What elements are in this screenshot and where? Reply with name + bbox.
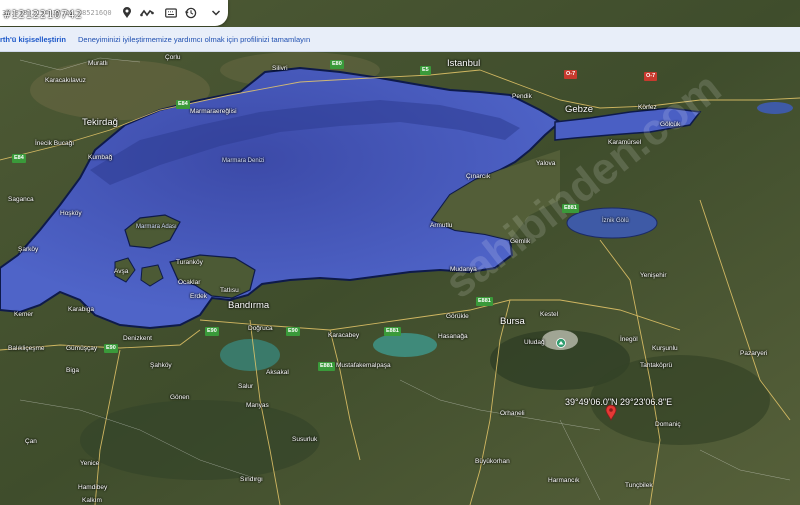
place-label: Sındırgı (240, 476, 263, 483)
place-label: Kemer (14, 311, 34, 318)
place-label: Aksakal (266, 369, 289, 376)
road-badge: E84 (12, 154, 26, 163)
place-label: Karamürsel (608, 139, 642, 146)
place-label: Salur (238, 383, 254, 390)
place-label: Kalkım (82, 497, 102, 504)
place-label: Uludağ (524, 339, 545, 346)
chevron-down-icon[interactable] (207, 4, 225, 22)
place-label: İnegöl (620, 336, 638, 343)
location-pin-icon[interactable] (118, 4, 136, 22)
place-label: Marmara Denizi (222, 158, 265, 164)
place-label: Ocaklar (178, 279, 201, 286)
road-badge: E5 (420, 66, 431, 75)
place-label: Hamdibey (78, 484, 108, 491)
place-label: Çan (25, 438, 37, 445)
place-label: Harmancık (548, 477, 580, 484)
road-badge: E90 (286, 327, 300, 336)
place-label: Orhaneli (500, 410, 525, 417)
place-label: Istanbul (447, 58, 481, 69)
place-label: Pazaryeri (740, 350, 768, 357)
road-badge: E90 (104, 344, 118, 353)
place-label: Karacakılavuz (45, 77, 86, 84)
road-badge: E881 (562, 204, 579, 213)
place-label: Susurluk (292, 436, 318, 443)
place-label: Şarköy (18, 246, 39, 253)
place-label: Büyükorhan (475, 458, 510, 465)
satellite-map[interactable]: sahibinden.com (0, 0, 800, 505)
mountain-icon (556, 338, 566, 348)
road-badge: E881 (384, 327, 401, 336)
road-badge: E84 (176, 100, 190, 109)
history-icon[interactable] (182, 4, 200, 22)
road-badge: E881 (476, 297, 493, 306)
route-icon[interactable] (138, 4, 156, 22)
place-label: Armutlu (430, 222, 453, 229)
sapanca-lake (757, 102, 793, 114)
place-label: Gönen (170, 394, 190, 401)
place-label: Gümüşçay (66, 345, 98, 352)
place-label: Hasanağa (438, 333, 468, 340)
place-label: Gölcük (660, 121, 681, 128)
place-label: Tunçbilek (625, 482, 653, 489)
place-label: Şahköy (150, 362, 172, 369)
place-label: Gebze (565, 104, 593, 115)
place-label: Tahtaköprü (640, 362, 673, 369)
place-label: Marmara Adası (136, 224, 177, 230)
listing-id: #1212210742 (4, 8, 83, 21)
place-label: Avşa (114, 268, 129, 275)
place-label: Marmaraereğlisi (190, 108, 237, 115)
uluabat-lake (373, 333, 437, 357)
place-label: Görükle (446, 313, 469, 320)
road-badge: O-7 (644, 72, 658, 81)
place-label: Tatlısu (220, 287, 239, 294)
manyas-lake (220, 339, 280, 371)
place-label: Karabiga (68, 306, 95, 313)
road-badge: O-7 (564, 70, 578, 79)
road-badge: E881 (318, 362, 335, 371)
place-label: Domaniç (655, 421, 681, 428)
place-label: Çınarcık (466, 173, 491, 180)
place-label: Doğruca (248, 325, 273, 332)
place-label: Çorlu (165, 54, 181, 61)
place-label: Turanköy (176, 259, 203, 266)
place-label: Denizkent (123, 335, 152, 342)
place-label: Saganca (8, 196, 34, 203)
place-label: Yalova (536, 160, 556, 167)
keyboard-icon[interactable] (162, 4, 180, 22)
banner-title[interactable]: rth'ü kişiselleştirin (0, 35, 66, 44)
coordinate-label: 39°49'06.0"N 29°23'06.8"E (565, 397, 673, 407)
place-label: Kestel (540, 311, 559, 318)
place-label: Gemlik (510, 238, 531, 245)
profile-banner[interactable]: rth'ü kişiselleştirin Deneyiminizi iyile… (0, 27, 800, 52)
place-label: Erdek (190, 293, 207, 300)
road-badge: E90 (205, 327, 219, 336)
place-label: İznik Gölü (602, 218, 629, 224)
place-label: Yenice (80, 460, 100, 467)
place-label: Silivri (272, 65, 288, 72)
place-label: Körfez (638, 104, 657, 111)
place-label: Kumbağ (88, 154, 113, 161)
place-label: Karacabey (328, 332, 360, 339)
place-label: Pendik (512, 93, 532, 100)
place-label: Bandırma (228, 300, 270, 311)
place-label: Biga (66, 367, 80, 374)
place-label: Kurşunlu (652, 345, 678, 352)
forest-patch (80, 400, 320, 480)
banner-message: Deneyiminizi iyileştirmemize yardımcı ol… (77, 34, 311, 44)
place-label: Manyas (246, 402, 269, 409)
place-label: Tekirdağ (82, 117, 118, 128)
place-label: Balıkliçeşme (8, 345, 45, 352)
place-label: Muratlı (88, 60, 108, 67)
place-label: Yenişehir (640, 272, 667, 279)
road-badge: E80 (330, 60, 344, 69)
place-label: Mudanya (450, 266, 477, 273)
place-label: Hoşköy (60, 210, 82, 217)
place-label: İnecik Bucağı (35, 140, 75, 147)
place-label: Bursa (500, 316, 525, 327)
place-label: Mustafakemalpaşa (336, 362, 391, 369)
